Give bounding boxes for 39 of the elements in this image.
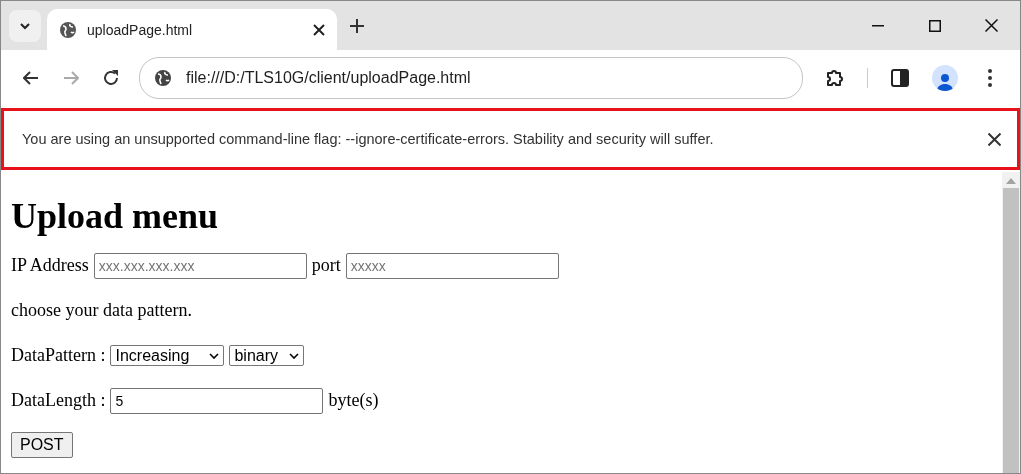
- ip-address-label: IP Address: [11, 255, 89, 276]
- unit-label: byte(s): [328, 390, 379, 411]
- warning-message: You are using an unsupported command-line flag: --ignore-certificate-errors. Stability and security will suffer.: [22, 131, 715, 147]
- side-panel-icon: [891, 69, 909, 87]
- data-pattern-label: DataPattern :: [11, 345, 106, 366]
- chevron-down-icon: [209, 352, 220, 359]
- puzzle-icon: [825, 68, 845, 88]
- menu-icon: [988, 69, 992, 87]
- scroll-up-icon: [1006, 178, 1016, 184]
- plus-icon: [350, 19, 364, 33]
- port-label: port: [311, 255, 341, 276]
- profile-avatar[interactable]: [932, 65, 958, 91]
- dismiss-button[interactable]: [988, 132, 1001, 146]
- chevron-down-icon: [19, 22, 31, 30]
- globe-icon: [154, 69, 172, 87]
- reload-icon: [102, 69, 120, 87]
- chevron-down-icon: [289, 352, 300, 359]
- maximize-icon: [928, 19, 941, 32]
- page-heading: Upload menu: [11, 198, 220, 234]
- globe-icon: [59, 20, 77, 39]
- minimize-icon: [871, 24, 884, 27]
- dropdown[interactable]: binary: [229, 345, 305, 366]
- browser-tab[interactable]: uploadPage.html: [47, 9, 337, 50]
- close-icon: [985, 19, 998, 32]
- tab-search-button[interactable]: [9, 10, 41, 42]
- arrow-left-icon: [23, 71, 39, 85]
- arrow-right-icon: [63, 71, 79, 85]
- instruction-text: choose your data pattern.: [11, 300, 192, 321]
- post-button[interactable]: POST: [11, 432, 73, 458]
- scrollbar[interactable]: [1002, 172, 1020, 473]
- data-length-field[interactable]: 5: [110, 387, 324, 414]
- ip-address-field[interactable]: xxx.xxx.xxx.xxx: [93, 252, 307, 279]
- close-icon: [988, 132, 1001, 146]
- person-icon: [936, 71, 954, 91]
- data-length-label: DataLength :: [11, 390, 106, 411]
- address-bar[interactable]: file:///D:/TLS10G/client/uploadPage.html: [139, 57, 803, 99]
- close-icon[interactable]: [313, 23, 325, 36]
- dropdown[interactable]: Increasing: [110, 345, 225, 366]
- port-field[interactable]: xxxxx: [345, 252, 559, 279]
